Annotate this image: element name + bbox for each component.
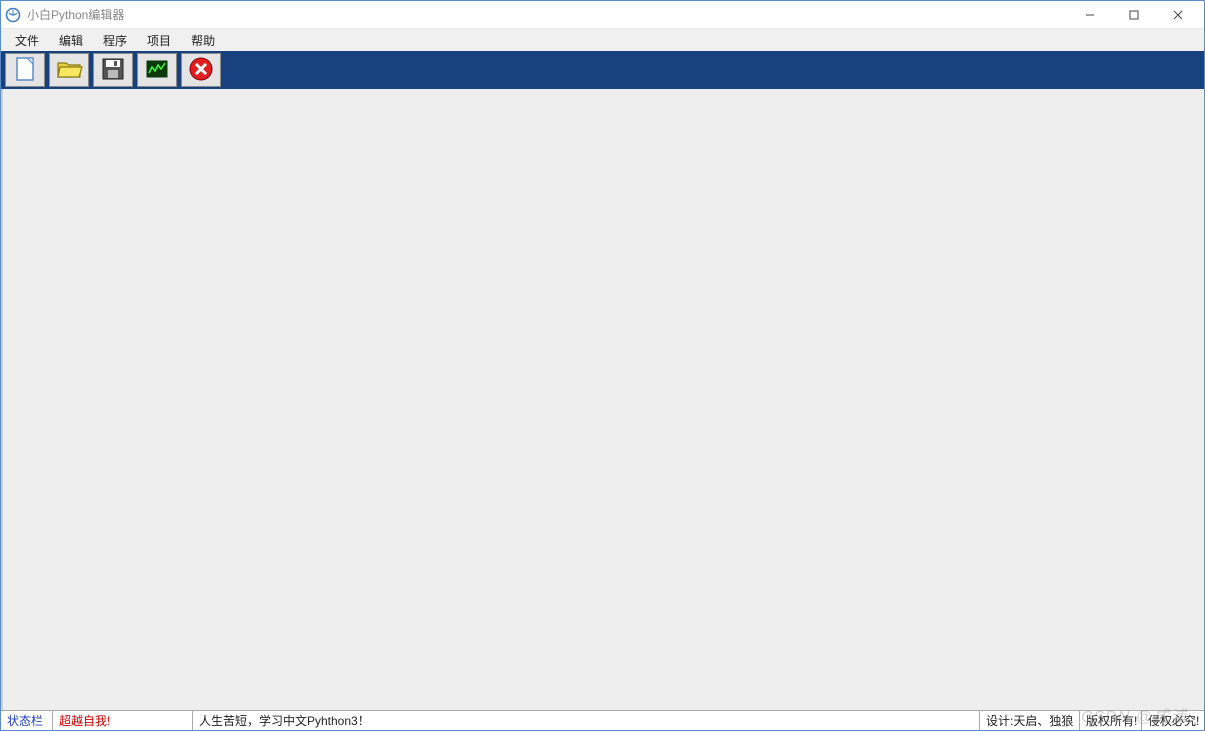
menu-program[interactable]: 程序 (95, 30, 135, 51)
new-file-button[interactable] (5, 53, 45, 87)
editor-area[interactable] (1, 89, 1204, 710)
toolbar (1, 51, 1204, 89)
stop-button[interactable] (181, 53, 221, 87)
close-button[interactable] (1156, 1, 1200, 29)
menu-file[interactable]: 文件 (7, 30, 47, 51)
menu-bar: 文件 编辑 程序 项目 帮助 (1, 29, 1204, 51)
status-message: 人生苦短，学习中文Pyhthon3！ (193, 711, 980, 730)
status-legal: 侵权必究! (1142, 711, 1204, 730)
app-icon (5, 7, 21, 23)
run-button[interactable] (137, 53, 177, 87)
maximize-button[interactable] (1112, 1, 1156, 29)
status-bar: 状态栏 超越自我! 人生苦短，学习中文Pyhthon3！ 设计:天启、独狼 版权… (1, 710, 1204, 730)
status-label: 状态栏 (1, 711, 53, 730)
minimize-button[interactable] (1068, 1, 1112, 29)
status-designer: 设计:天启、独狼 (980, 711, 1080, 730)
menu-edit[interactable]: 编辑 (51, 30, 91, 51)
stop-icon (187, 55, 215, 86)
menu-project[interactable]: 项目 (139, 30, 179, 51)
menu-help[interactable]: 帮助 (183, 30, 223, 51)
open-button[interactable] (49, 53, 89, 87)
new-file-icon (11, 55, 39, 86)
status-copyright: 版权所有! (1080, 711, 1142, 730)
title-bar: 小白Python编辑器 (1, 1, 1204, 29)
run-icon (143, 55, 171, 86)
status-motto: 超越自我! (53, 711, 193, 730)
save-icon (99, 55, 127, 86)
save-button[interactable] (93, 53, 133, 87)
open-folder-icon (55, 55, 83, 86)
window-title: 小白Python编辑器 (27, 6, 124, 23)
